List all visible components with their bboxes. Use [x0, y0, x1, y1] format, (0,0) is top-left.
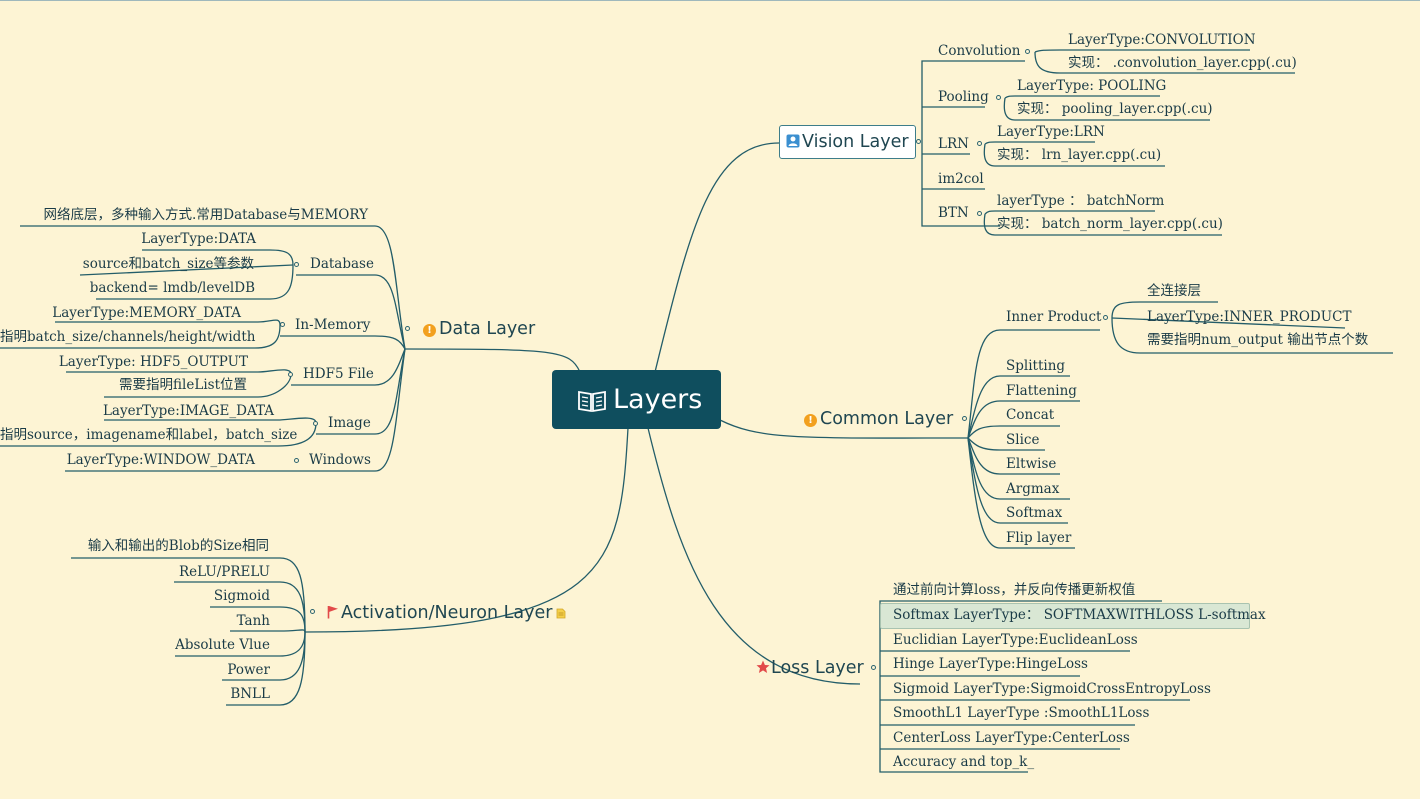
image-child[interactable]: 指明source，imagename和label，batch_size [0, 427, 297, 444]
common-item[interactable]: Slice [1006, 432, 1039, 449]
data-layer-desc[interactable]: 网络底层，多种输入方式.常用Database与MEMORY [0, 207, 368, 224]
database-child[interactable]: backend= lmdb/levelDB [0, 280, 255, 297]
collapse-dot[interactable] [871, 665, 876, 670]
exclamation-icon: ! [423, 324, 436, 337]
activation-item[interactable]: ReLU/PRELU [0, 564, 270, 581]
vision-layer-title: Vision Layer [802, 132, 909, 152]
vision-layer-topic[interactable]: Vision Layer [779, 125, 916, 159]
database-child[interactable]: source和batch_size等参数 [0, 256, 254, 273]
loss-item[interactable]: SmoothL1 LayerType :SmoothL1Loss [893, 705, 1149, 722]
collapse-dot[interactable] [280, 322, 285, 327]
common-item[interactable]: Flip layer [1006, 530, 1071, 547]
in-memory-child[interactable]: LayerType:MEMORY_DATA [0, 305, 241, 322]
activation-item[interactable]: Absolute Vlue [0, 637, 270, 654]
im2col-node[interactable]: im2col [938, 171, 984, 188]
common-item[interactable]: Eltwise [1006, 456, 1056, 473]
pooling-impl[interactable]: 实现： pooling_layer.cpp(.cu) [1017, 101, 1213, 118]
collapse-dot[interactable] [405, 326, 410, 331]
flag-icon [327, 606, 338, 619]
common-item[interactable]: Flattening [1006, 383, 1077, 400]
convolution-impl[interactable]: 实现： .convolution_layer.cpp(.cu) [1068, 55, 1297, 72]
activation-item[interactable]: Power [0, 662, 270, 679]
loss-item[interactable]: Accuracy and top_k_ [893, 754, 1034, 771]
data-layer-title: Data Layer [439, 319, 536, 339]
inner-product-child[interactable]: LayerType:INNER_PRODUCT [1147, 309, 1351, 326]
collapse-dot[interactable] [977, 141, 982, 146]
database-child[interactable]: LayerType:DATA [0, 231, 256, 248]
data-layer-topic[interactable]: ! Data Layer [423, 318, 535, 340]
loss-item[interactable]: CenterLoss LayerType:CenterLoss [893, 730, 1130, 747]
loss-item[interactable]: Sigmoid LayerType:SigmoidCrossEntropyLos… [893, 681, 1211, 698]
book-icon [578, 390, 606, 413]
inner-product-node[interactable]: Inner Product [1006, 309, 1101, 326]
common-item[interactable]: Softmax [1006, 505, 1062, 522]
collapse-dot[interactable] [1103, 315, 1108, 320]
btn-node[interactable]: BTN [938, 205, 969, 222]
collapse-dot[interactable] [916, 139, 921, 144]
hdf5-child[interactable]: LayerType: HDF5_OUTPUT [0, 354, 248, 371]
loss-item-selected[interactable]: Softmax LayerType： SOFTMAXWITHLOSS L-sof… [893, 607, 1266, 624]
hdf5-node[interactable]: HDF5 File [303, 366, 374, 383]
collapse-dot[interactable] [310, 609, 315, 614]
convolution-node[interactable]: Convolution [938, 43, 1020, 60]
common-item[interactable]: Splitting [1006, 358, 1065, 375]
hdf5-child[interactable]: 需要指明fileList位置 [0, 377, 247, 394]
note-icon[interactable] [556, 608, 566, 619]
loss-layer-title: Loss Layer [771, 658, 864, 678]
activation-item[interactable]: Tanh [0, 613, 270, 630]
common-item[interactable]: Concat [1006, 407, 1054, 424]
activation-item[interactable]: Sigmoid [0, 588, 270, 605]
activation-item[interactable]: 输入和输出的Blob的Size相同 [0, 538, 269, 555]
collapse-dot[interactable] [977, 211, 982, 216]
database-node[interactable]: Database [310, 256, 374, 273]
inner-product-child[interactable]: 全连接层 [1147, 283, 1201, 300]
central-topic[interactable]: Layers [552, 370, 721, 429]
collapse-dot[interactable] [294, 262, 299, 267]
common-item[interactable]: Argmax [1006, 481, 1059, 498]
collapse-dot[interactable] [1025, 49, 1030, 54]
in-memory-node[interactable]: In-Memory [295, 317, 370, 334]
image-node[interactable]: Image [328, 415, 371, 432]
windows-child[interactable]: LayerType:WINDOW_DATA [0, 452, 255, 469]
collapse-dot[interactable] [996, 95, 1001, 100]
pooling-node[interactable]: Pooling [938, 89, 989, 106]
btn-type[interactable]: layerType ： batchNorm [997, 193, 1164, 210]
lrn-impl[interactable]: 实现： lrn_layer.cpp(.cu) [997, 147, 1161, 164]
loss-item[interactable]: Hinge LayerType:HingeLoss [893, 656, 1088, 673]
collapse-dot[interactable] [962, 416, 967, 421]
common-layer-topic[interactable]: ! Common Layer [804, 408, 953, 430]
central-title: Layers [613, 384, 703, 415]
windows-node[interactable]: Windows [309, 452, 371, 469]
lrn-type[interactable]: LayerType:LRN [997, 124, 1105, 141]
loss-item[interactable]: Euclidian LayerType:EuclideanLoss [893, 632, 1138, 649]
collapse-dot[interactable] [288, 372, 293, 377]
convolution-type[interactable]: LayerType:CONVOLUTION [1068, 32, 1256, 49]
loss-layer-topic[interactable]: Loss Layer [756, 657, 864, 679]
star-icon [756, 660, 770, 673]
person-badge-icon [786, 134, 800, 148]
pooling-type[interactable]: LayerType: POOLING [1017, 78, 1166, 95]
image-child[interactable]: LayerType:IMAGE_DATA [0, 403, 274, 420]
exclamation-icon: ! [804, 414, 817, 427]
common-layer-title: Common Layer [820, 409, 954, 429]
activation-item[interactable]: BNLL [0, 686, 270, 703]
lrn-node[interactable]: LRN [938, 136, 969, 153]
activation-layer-topic[interactable]: Activation/Neuron Layer [327, 602, 566, 624]
inner-product-child[interactable]: 需要指明num_output 输出节点个数 [1147, 332, 1368, 349]
activation-layer-title: Activation/Neuron Layer [341, 603, 553, 623]
collapse-dot[interactable] [313, 421, 318, 426]
in-memory-child[interactable]: 指明batch_size/channels/height/width [0, 329, 255, 346]
collapse-dot[interactable] [294, 458, 299, 463]
btn-impl[interactable]: 实现： batch_norm_layer.cpp(.cu) [997, 216, 1223, 233]
loss-item[interactable]: 通过前向计算loss，并反向传播更新权值 [893, 582, 1135, 599]
